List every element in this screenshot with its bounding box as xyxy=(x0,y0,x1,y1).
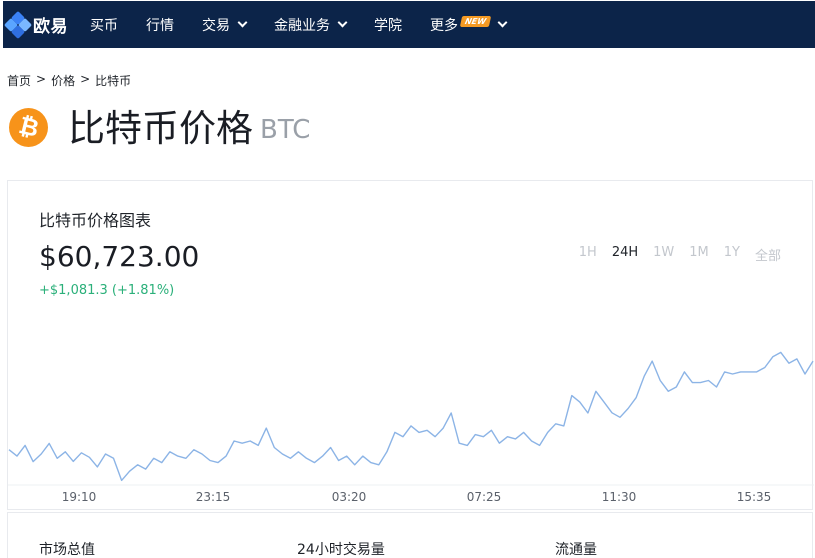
breadcrumb-separator: > xyxy=(80,72,91,86)
logo-text: 欧易 xyxy=(33,17,68,37)
nav-item-label: 金融业务 xyxy=(274,17,330,34)
volume-24h-label: 24小时交易量 xyxy=(297,542,385,558)
breadcrumb-current: 比特币 xyxy=(95,74,132,88)
nav-item-label: 更多 xyxy=(430,17,458,34)
nav-item-label: 行情 xyxy=(146,17,174,34)
chevron-down-icon xyxy=(337,17,348,28)
breadcrumb-prices-link[interactable]: 价格 xyxy=(51,72,75,89)
price-series-line xyxy=(8,351,814,482)
breadcrumb-home-link[interactable]: 首页 xyxy=(7,72,31,89)
nav-item-label: 学院 xyxy=(374,17,402,34)
nav-item-buy-crypto[interactable]: 买币 xyxy=(90,15,118,35)
breadcrumb: 首页 > 价格 > 比特币 xyxy=(7,72,131,89)
bitcoin-icon: ₿ xyxy=(9,108,48,147)
x-axis-tick-label: 19:10 xyxy=(62,490,97,504)
circulating-supply-label: 流通量 xyxy=(555,542,597,558)
chevron-down-icon xyxy=(497,17,508,28)
coin-symbol: BTC xyxy=(260,115,311,145)
nav-item-academy[interactable]: 学院 xyxy=(374,15,402,35)
x-axis-tick-label: 07:25 xyxy=(467,490,502,504)
breadcrumb-separator: > xyxy=(36,72,47,86)
nav-item-label: 交易 xyxy=(202,17,230,34)
nav-item-label: 买币 xyxy=(90,17,118,34)
top-navigation-bar: 欧易 买币 行情 交易 金融业务 学院 更多 NEW xyxy=(3,1,815,48)
chevron-down-icon xyxy=(237,17,248,28)
okx-logo-icon xyxy=(3,10,33,39)
x-axis-tick-label: 23:15 xyxy=(196,490,231,504)
price-chart[interactable]: 19:10 23:15 03:20 07:25 11:30 15:35 xyxy=(8,181,814,511)
nav-item-markets[interactable]: 行情 xyxy=(146,15,174,35)
new-badge: NEW xyxy=(459,16,492,27)
market-cap-label: 市场总值 xyxy=(39,542,95,558)
nav-item-more[interactable]: 更多 NEW xyxy=(430,15,508,35)
nav-item-finance[interactable]: 金融业务 xyxy=(274,15,348,35)
page-title: 比特币价格 xyxy=(68,107,253,150)
bitcoin-glyph: ₿ xyxy=(16,111,42,143)
logo[interactable]: 欧易 xyxy=(3,10,68,39)
x-axis-tick-label: 11:30 xyxy=(602,490,637,504)
market-stats-card: 市场总值 24小时交易量 流通量 xyxy=(7,512,813,558)
x-axis-tick-label: 15:35 xyxy=(737,490,772,504)
nav-item-trade[interactable]: 交易 xyxy=(202,15,248,35)
x-axis-tick-label: 03:20 xyxy=(332,490,367,504)
price-chart-card: 比特币价格图表 $60,723.00 +$1,081.3 (+1.81%) 1H… xyxy=(7,180,814,511)
